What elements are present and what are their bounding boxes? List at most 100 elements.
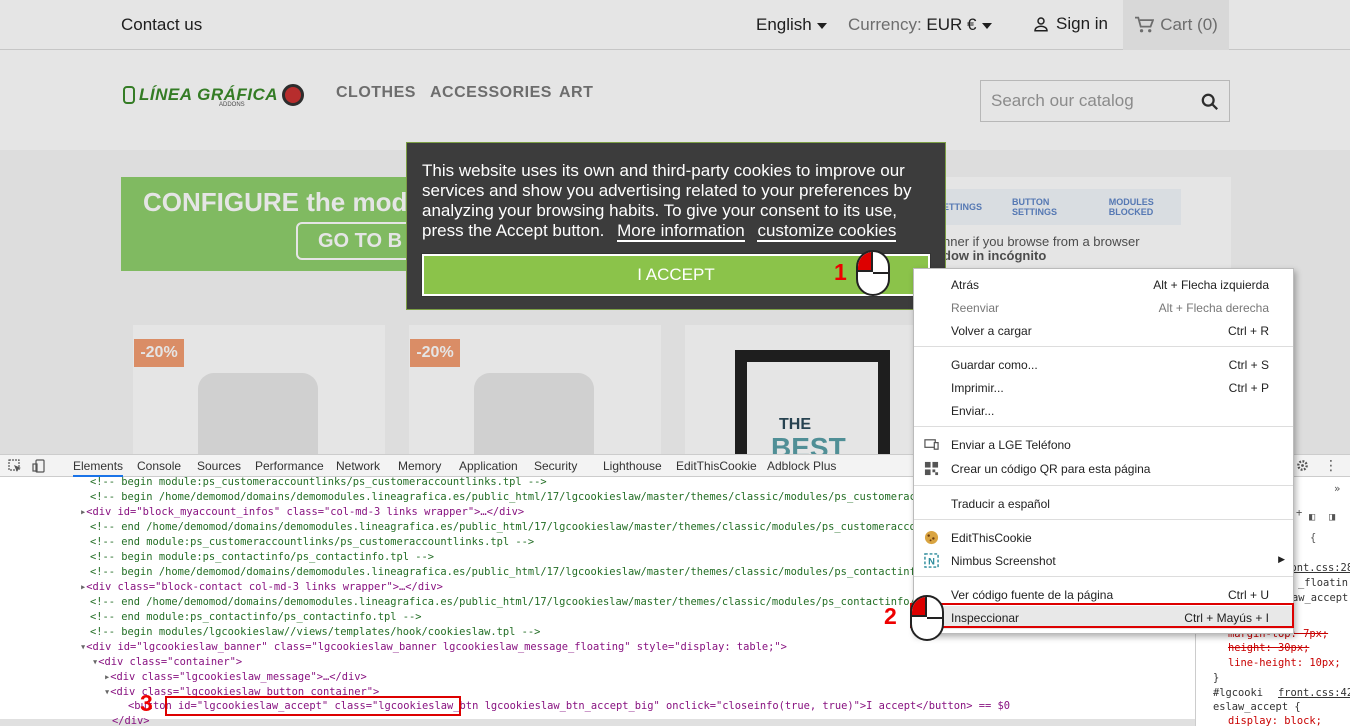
styles-text: { [1310,532,1317,544]
tab-application[interactable]: Application [459,459,518,473]
accept-cookies-button[interactable]: I ACCEPT [422,254,930,296]
dom-line[interactable]: <!-- end module:ps_customeraccountlinks/… [90,535,534,550]
menu-item-qr-code[interactable]: Crear un código QR para esta página [914,457,1293,480]
menu-item-nimbus-screenshot[interactable]: N Nimbus Screenshot ▶ [914,549,1293,572]
menu-separator [914,346,1293,347]
menu-item-label: Atrás [951,278,980,292]
menu-item-shortcut: Ctrl + P [1228,381,1269,395]
devtools-tool-icons [8,459,46,473]
menu-item-editthiscookie[interactable]: EditThisCookie [914,526,1293,549]
dom-line[interactable]: ▾<div class="container"> [92,655,242,670]
menu-item-send-to-device[interactable]: Enviar a LGE Teléfono [914,433,1293,456]
dom-line[interactable]: <!-- begin /home/demomod/domains/demomod… [90,490,966,505]
menu-item-label: Imprimir... [951,381,1004,395]
nimbus-icon: N [924,553,939,568]
menu-separator [914,485,1293,486]
mouse-left-click-icon [856,250,890,296]
tab-editthiscookie[interactable]: EditThisCookie [676,459,757,473]
tab-elements[interactable]: Elements [73,459,124,477]
menu-item-shortcut: Alt + Flecha derecha [1158,301,1269,315]
menu-item-label: Guardar como... [951,358,1038,372]
menu-item-send[interactable]: Enviar... [914,399,1293,422]
styles-text: aw_accept [1292,592,1349,604]
menu-separator [914,576,1293,577]
menu-separator [914,519,1293,520]
cookie-message: This website uses its own and third-part… [422,161,930,242]
dom-line-text: <div class="container"> [98,656,243,668]
submenu-arrow-icon: ▶ [1278,554,1285,564]
menu-item-forward[interactable]: Reenviar Alt + Flecha derecha [914,296,1293,319]
dom-line[interactable]: ▾<div id="lgcookieslaw_banner" class="lg… [80,640,787,655]
style-selector: #lgcooki [1213,687,1264,699]
style-selector: eslaw_accept { [1213,701,1301,713]
inspect-highlight-box [910,603,1294,628]
menu-item-translate[interactable]: Traducir a español [914,492,1293,515]
dom-line[interactable]: <!-- begin module:ps_customeraccountlink… [90,477,547,490]
menu-item-shortcut: Ctrl + U [1227,588,1269,602]
step-marker-1: 1 [834,259,847,285]
tab-memory[interactable]: Memory [398,459,441,473]
style-source-link[interactable]: front.css:42 [1278,687,1350,699]
menu-item-reload[interactable]: Volver a cargar Ctrl + R [914,319,1293,342]
chevron-double-right-icon[interactable]: » [1334,483,1340,495]
new-style-rule-icon[interactable]: + [1296,507,1302,519]
dom-line[interactable]: ▸<div id="block_myaccount_infos" class="… [80,505,524,520]
menu-item-label: Enviar a LGE Teléfono [951,438,1071,452]
styles-text: _floatin [1298,577,1349,589]
style-property[interactable]: display: block; [1228,715,1322,726]
style-toggle-icon[interactable]: ◧ [1309,511,1315,523]
menu-item-save-as[interactable]: Guardar como... Ctrl + S [914,353,1293,376]
menu-item-label: EditThisCookie [951,531,1032,545]
dom-line-text: <div class="lgcookieslaw_message">…</div… [110,671,367,683]
dom-line[interactable]: <!-- begin modules/lgcookieslaw//views/t… [90,625,540,640]
dom-line[interactable]: ▸<div class="lgcookieslaw_message">…</di… [104,670,367,685]
customize-cookies-link[interactable]: customize cookies [757,221,897,242]
inspect-element-icon[interactable] [8,459,22,473]
cookie-icon [924,530,939,545]
tab-console[interactable]: Console [137,459,181,473]
styles-text: } [1213,672,1220,684]
svg-text:N: N [928,556,935,566]
menu-item-shortcut: Ctrl + S [1228,358,1269,372]
style-property[interactable]: line-height: 10px; [1228,657,1341,669]
menu-item-label: Crear un código QR para esta página [951,462,1151,476]
tab-performance[interactable]: Performance [255,459,324,473]
device-icon [924,439,939,450]
more-information-link[interactable]: More information [617,221,745,242]
style-property[interactable]: height: 30px; [1228,642,1309,654]
tab-sources[interactable]: Sources [197,459,241,473]
dom-line-text: <div id="block_myaccount_infos" class="c… [86,506,525,518]
device-toolbar-icon[interactable] [32,459,46,473]
menu-item-print[interactable]: Imprimir... Ctrl + P [914,376,1293,399]
menu-item-shortcut: Ctrl + R [1227,324,1269,338]
menu-separator [914,426,1293,427]
dom-line[interactable]: <!-- end /home/demomod/domains/demomodul… [90,520,966,535]
tab-adblock-plus[interactable]: Adblock Plus [767,459,836,473]
tab-lighthouse[interactable]: Lighthouse [603,459,662,473]
dom-line[interactable]: <!-- end /home/demomod/domains/demomodul… [90,595,960,610]
more-options-icon[interactable]: ⋮ [1324,457,1338,474]
gear-icon[interactable] [1296,459,1309,472]
selected-dom-row [0,719,1195,726]
tab-security[interactable]: Security [534,459,577,473]
dom-line[interactable]: <!-- begin /home/demomod/domains/demomod… [90,565,966,580]
mouse-left-click-icon [910,595,944,641]
dom-line[interactable]: <!-- begin module:ps_contactinfo/ps_cont… [90,550,434,565]
menu-item-label: Nimbus Screenshot [951,554,1056,568]
menu-item-label: Enviar... [951,404,995,418]
highlight-box [165,696,461,716]
menu-item-label: Reenviar [951,301,1000,315]
dom-line[interactable]: <!-- end module:ps_contactinfo/ps_contac… [90,610,422,625]
step-marker-3: 3 [140,690,153,716]
tab-network[interactable]: Network [336,459,380,473]
menu-item-back[interactable]: Atrás Alt + Flecha izquierda [914,273,1293,296]
dom-line-text: <div id="lgcookieslaw_banner" class="lgc… [86,641,787,653]
menu-item-label: Traducir a español [951,497,1050,511]
dom-line-text: <div class="block-contact col-md-3 links… [86,581,443,593]
menu-item-shortcut: Alt + Flecha izquierda [1153,278,1269,292]
computed-sidebar-icon[interactable]: ◨ [1329,511,1335,523]
dom-line[interactable]: ▸<div class="block-contact col-md-3 link… [80,580,443,595]
context-menu: Atrás Alt + Flecha izquierda Reenviar Alt … [913,268,1294,634]
step-marker-2: 2 [884,603,897,629]
qr-code-icon [924,461,939,476]
